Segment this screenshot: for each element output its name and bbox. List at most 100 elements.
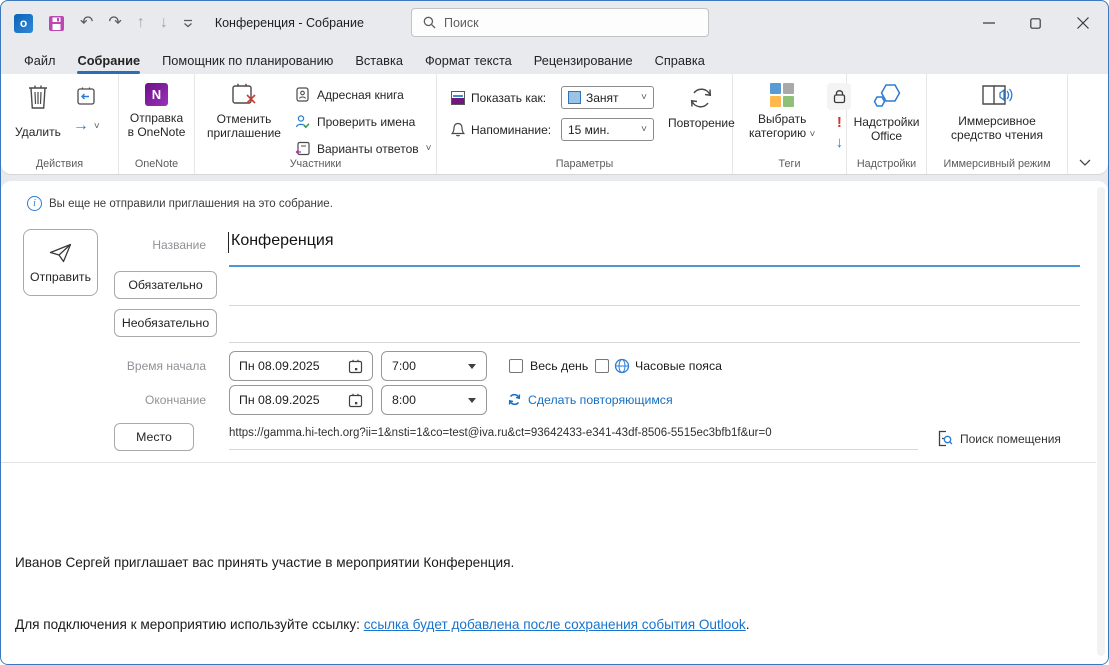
office-addins-button[interactable]: Надстройки Office: [851, 83, 922, 143]
low-importance-icon[interactable]: ↓: [836, 135, 844, 151]
info-text: Вы еще не отправили приглашения на это с…: [49, 198, 333, 210]
categorize-button[interactable]: Выбрать категорию ˅: [749, 83, 815, 151]
send-label: Отправить: [30, 270, 91, 284]
title-input[interactable]: Конференция: [231, 232, 334, 250]
outlook-meeting-window: o ↶ ↷ ↑ ↓ Конференция - Собрание: [0, 0, 1109, 665]
calendar-icon[interactable]: [348, 393, 363, 408]
minimize-button[interactable]: [965, 1, 1012, 45]
delete-button[interactable]: Удалить: [15, 83, 61, 139]
body-line-2: Для подключения к мероприятию используйт…: [15, 615, 1035, 636]
end-date-picker[interactable]: Пн 08.09.2025: [229, 385, 373, 415]
save-icon[interactable]: [48, 15, 65, 32]
group-label-options: Параметры: [437, 158, 732, 170]
all-day-checkbox[interactable]: [509, 359, 523, 373]
send-plane-icon: [48, 242, 73, 264]
group-label-addins: Надстройки: [847, 158, 926, 170]
recurrence-label: Повторение: [668, 116, 735, 130]
check-names-label: Проверить имена: [317, 115, 415, 129]
maximize-button[interactable]: [1012, 1, 1059, 45]
text-caret: [228, 232, 229, 253]
group-label-actions: Действия: [1, 158, 118, 170]
room-finder-button[interactable]: Поиск помещения: [937, 430, 1061, 447]
redo-icon[interactable]: ↷: [108, 15, 121, 31]
tab-meeting[interactable]: Собрание: [66, 48, 151, 73]
down-arrow-icon[interactable]: ↓: [160, 15, 168, 31]
time-zones-label: Часовые пояса: [635, 359, 722, 373]
ribbon: Удалить → ˅ Действия N Отправ: [1, 74, 1108, 174]
ribbon-group-actions: Удалить → ˅ Действия: [1, 74, 119, 174]
outlook-app-icon[interactable]: o: [14, 14, 33, 33]
globe-icon: [614, 358, 630, 374]
show-as-select[interactable]: Занят ˅: [561, 86, 654, 109]
required-field-underline[interactable]: [229, 305, 1080, 306]
collapse-ribbon-chevron-icon[interactable]: [1079, 159, 1091, 166]
location-button[interactable]: Место: [114, 423, 194, 451]
tab-scheduling-assistant[interactable]: Помощник по планированию: [151, 48, 344, 73]
address-book-button[interactable]: Адресная книга: [295, 84, 432, 105]
window-controls: [965, 1, 1106, 45]
ru-placeholder-link[interactable]: ссылка будет добавлена после сохранения …: [364, 617, 746, 632]
forward-arrow-icon[interactable]: →: [73, 118, 89, 134]
start-time-dropdown-arrow-icon: [468, 364, 476, 369]
send-to-onenote-button[interactable]: N Отправка в OneNote: [123, 83, 190, 139]
group-label-tags: Теги: [733, 158, 846, 170]
search-box[interactable]: [411, 8, 709, 37]
end-date-value: Пн 08.09.2025: [239, 393, 320, 407]
tab-file[interactable]: Файл: [13, 48, 66, 73]
ribbon-tabs: Файл Собрание Помощник по планированию В…: [1, 46, 1108, 74]
categorize-chevron-icon: ˅: [809, 129, 815, 140]
forward-meeting-icon[interactable]: [76, 87, 96, 106]
calendar-icon[interactable]: [348, 359, 363, 374]
cancel-meeting-icon: [231, 83, 257, 107]
categorize-label-line1: Выбрать: [758, 112, 806, 126]
info-bar: i Вы еще не отправили приглашения на это…: [27, 196, 333, 211]
response-options-button[interactable]: Варианты ответов ˅: [295, 138, 432, 159]
message-body-editor[interactable]: Иванов Сергей приглашает вас принять уча…: [15, 512, 1035, 665]
make-recurring-link[interactable]: Сделать повторяющимся: [507, 392, 673, 407]
send-button[interactable]: Отправить: [23, 229, 98, 296]
recurring-refresh-icon: [507, 392, 522, 407]
quick-access-toolbar: o ↶ ↷ ↑ ↓: [1, 14, 193, 33]
up-arrow-icon[interactable]: ↑: [137, 15, 145, 31]
reminder-label: Напоминание:: [471, 123, 555, 137]
form-body-separator: [1, 462, 1096, 463]
required-attendees-button[interactable]: Обязательно: [114, 271, 217, 299]
optional-attendees-button[interactable]: Необязательно: [114, 309, 217, 337]
high-importance-icon[interactable]: !: [837, 115, 842, 130]
all-day-label: Весь день: [530, 359, 588, 373]
check-names-button[interactable]: Проверить имена: [295, 111, 432, 132]
tab-format-text[interactable]: Формат текста: [414, 48, 523, 73]
start-date-value: Пн 08.09.2025: [239, 359, 320, 373]
onenote-label-line1: Отправка: [130, 111, 183, 125]
ribbon-group-onenote: N Отправка в OneNote OneNote: [119, 74, 195, 174]
person-check-icon: [295, 114, 310, 129]
undo-icon[interactable]: ↶: [80, 15, 93, 31]
cancel-invitation-button[interactable]: Отменить приглашение: [207, 83, 281, 159]
reminder-select[interactable]: 15 мин. ˅: [561, 118, 654, 141]
categorize-label-line2: категорию: [749, 126, 806, 140]
start-date-picker[interactable]: Пн 08.09.2025: [229, 351, 373, 381]
optional-field-underline[interactable]: [229, 342, 1080, 343]
tab-review[interactable]: Рецензирование: [523, 48, 644, 73]
search-input[interactable]: [444, 16, 664, 30]
location-input[interactable]: https://gamma.hi-tech.org?ii=1&nsti=1&co…: [229, 427, 772, 439]
start-time-dropdown[interactable]: 7:00: [381, 351, 487, 381]
tab-insert[interactable]: Вставка: [344, 48, 414, 73]
end-time-dropdown[interactable]: 8:00: [381, 385, 487, 415]
immersive-reader-icon: [980, 83, 1014, 109]
time-zones-checkbox[interactable]: [595, 359, 609, 373]
show-as-chevron-icon: ˅: [641, 92, 647, 103]
address-book-label: Адресная книга: [317, 88, 404, 102]
ribbon-group-addins: Надстройки Office Надстройки: [847, 74, 927, 174]
group-label-onenote: OneNote: [119, 158, 194, 170]
show-as-icon: [451, 91, 465, 105]
trash-icon: [26, 83, 50, 110]
tab-help[interactable]: Справка: [644, 48, 716, 73]
forward-dropdown-chevron-icon[interactable]: ˅: [94, 121, 100, 132]
recurrence-button[interactable]: Повторение: [668, 83, 735, 141]
window-title: Конференция - Собрание: [215, 16, 364, 30]
vertical-scrollbar[interactable]: [1097, 187, 1105, 656]
customize-toolbar-chevron-icon[interactable]: [183, 19, 193, 28]
immersive-reader-button[interactable]: Иммерсивное средство чтения: [931, 83, 1063, 142]
close-button[interactable]: [1059, 1, 1106, 45]
